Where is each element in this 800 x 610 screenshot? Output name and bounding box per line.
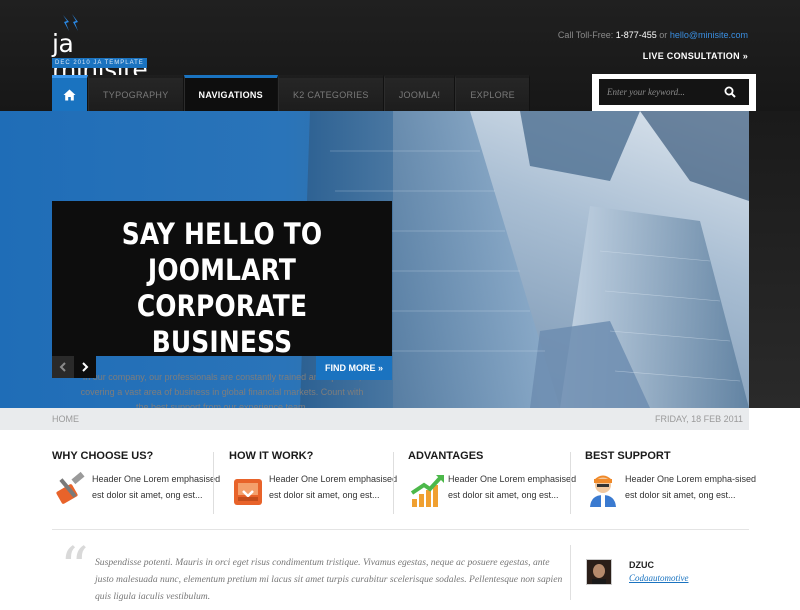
nav-item-k2-categories[interactable]: K2 CATEGORIES: [277, 75, 384, 111]
hammer-tag-icon: [56, 471, 85, 504]
quote-icon: “: [60, 536, 89, 601]
search-icon[interactable]: [724, 86, 736, 98]
logo-tagline: DEC 2010 JA TEMPLATE: [52, 58, 147, 68]
toll-free-info: Call Toll-Free: 1-877-455 or hello@minis…: [558, 30, 748, 40]
hero-title: SAY HELLO TO JOOMLART CORPORATE BUSINESS: [76, 216, 368, 360]
worker-avatar-icon: [590, 475, 616, 507]
feature-title: BEST SUPPORT: [585, 450, 671, 462]
growth-chart-icon: [410, 475, 444, 507]
breadcrumb-home[interactable]: HOME: [52, 414, 79, 424]
main-nav: TYPOGRAPHY NAVIGATIONS K2 CATEGORIES JOO…: [52, 75, 530, 111]
email-link[interactable]: hello@minisite.com: [670, 30, 748, 40]
nav-home[interactable]: [52, 75, 88, 111]
testimonial-company-link[interactable]: Codaautomotive: [629, 573, 689, 583]
hero-title-line1: SAY HELLO TO JOOMLART: [121, 217, 323, 287]
hero-title-line2: CORPORATE BUSINESS: [136, 289, 308, 359]
nav-item-typography[interactable]: TYPOGRAPHY: [88, 75, 184, 111]
feature-text: Header One Lorem empha-sised est dolor s…: [625, 474, 757, 500]
divider: [570, 545, 571, 600]
site-logo[interactable]: ja minisite DEC 2010 JA TEMPLATE: [52, 14, 162, 83]
current-date: FRIDAY, 18 FEB 2011: [654, 414, 743, 424]
search-area: [592, 74, 756, 111]
divider: [213, 452, 214, 514]
person-photo-icon: [587, 560, 611, 584]
toll-label: Call Toll-Free:: [557, 30, 614, 40]
next-slide-button[interactable]: [74, 356, 96, 378]
search-box: [599, 79, 749, 105]
divider: [393, 452, 394, 514]
toll-number: 1-877-455: [615, 30, 657, 40]
home-icon: [63, 89, 76, 100]
feature-why-choose-us: WHY CHOOSE US? Header One Lorem emphasis…: [52, 450, 227, 511]
nav-item-joomla[interactable]: JOOMLA!: [383, 75, 456, 111]
page-side-strip: [749, 111, 800, 408]
hero-caption: SAY HELLO TO JOOMLART CORPORATE BUSINESS…: [52, 201, 392, 408]
testimonial-quote: Suspendisse potenti. Mauris in orci eget…: [95, 557, 563, 602]
testimonial-author: DZUC: [629, 560, 654, 570]
inbox-tray-icon: [234, 479, 262, 505]
section-divider: [52, 529, 749, 530]
feature-advantages: ADVANTAGES Header One Lorem emphasised e…: [408, 450, 583, 511]
find-more-button[interactable]: FIND MORE »: [316, 356, 392, 380]
feature-text: Header One Lorem emphasised est dolor si…: [269, 474, 398, 500]
search-input[interactable]: [599, 79, 724, 105]
divider: [570, 452, 571, 514]
feature-title: HOW IT WORK?: [229, 450, 314, 462]
live-consultation-link[interactable]: LIVE CONSULTATION »: [643, 51, 748, 61]
nav-item-explore[interactable]: EXPLORE: [455, 75, 530, 111]
feature-title: WHY CHOOSE US?: [52, 450, 154, 462]
avatar: [586, 559, 612, 585]
prev-slide-button[interactable]: [52, 356, 74, 378]
feature-best-support: BEST SUPPORT Header One Lorem empha-sise…: [585, 450, 760, 511]
feature-text: Header One Lorem emphasised est dolor si…: [92, 474, 221, 500]
chevron-left-icon: [59, 362, 66, 372]
chevron-right-icon: [82, 362, 89, 372]
toll-or: or: [659, 30, 668, 40]
breadcrumb: HOME FRIDAY, 18 FEB 2011: [0, 408, 749, 430]
nav-item-navigations[interactable]: NAVIGATIONS: [183, 75, 278, 111]
feature-how-it-work: HOW IT WORK? Header One Lorem emphasised…: [229, 450, 404, 511]
hero-slider: SAY HELLO TO JOOMLART CORPORATE BUSINESS…: [0, 111, 749, 408]
feature-text: Header One Lorem emphasised est dolor si…: [448, 474, 577, 500]
slider-controls: [52, 356, 96, 378]
feature-title: ADVANTAGES: [408, 450, 484, 462]
